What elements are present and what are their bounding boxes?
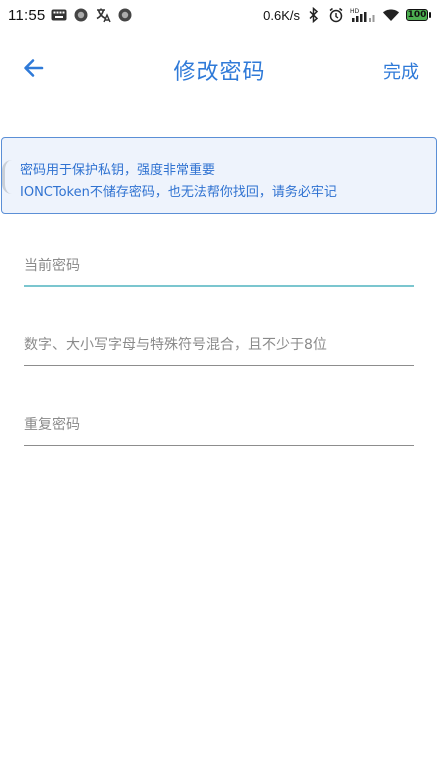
record-icon [117,7,133,23]
repeat-password-field [24,406,414,446]
battery-icon: 100 [406,9,431,21]
change-password-screen: 11:55 0.6K/s HD 100 修改密码 完成 密码用于保护私钥，强度非… [0,0,439,779]
record-icon [73,7,89,23]
status-bar: 11:55 0.6K/s HD 100 [0,0,439,30]
app-header: 修改密码 完成 [0,40,439,96]
notice-line-1: 密码用于保护私钥，强度非常重要 [20,163,216,178]
wifi-icon [382,7,400,23]
bluetooth-icon [306,7,322,23]
battery-level: 100 [406,9,428,21]
status-time: 11:55 [8,6,46,24]
password-notice: 密码用于保护私钥，强度非常重要 IONCToken不储存密码，也无法帮你找回，请… [1,137,437,214]
new-password-input[interactable] [24,326,414,364]
notice-accent [2,160,12,194]
network-type-label: HD [350,8,360,15]
alarm-icon [328,7,344,23]
page-title: 修改密码 [173,60,266,85]
repeat-password-input[interactable] [24,406,414,444]
current-password-underline [24,285,414,287]
keyboard-icon [51,7,67,23]
current-password-input[interactable] [24,247,414,285]
status-bar-right: 0.6K/s HD 100 [263,7,431,23]
status-bar-left: 11:55 [8,7,133,24]
translate-icon [95,7,112,23]
signal-icon: HD [350,7,376,23]
network-speed: 0.6K/s [263,7,300,23]
done-button[interactable]: 完成 [383,58,419,84]
current-password-field [24,247,414,287]
notice-line-2: IONCToken不储存密码，也无法帮你找回，请务必牢记 [20,185,337,200]
repeat-password-underline [24,445,414,446]
new-password-underline [24,365,414,366]
new-password-field [24,326,414,366]
